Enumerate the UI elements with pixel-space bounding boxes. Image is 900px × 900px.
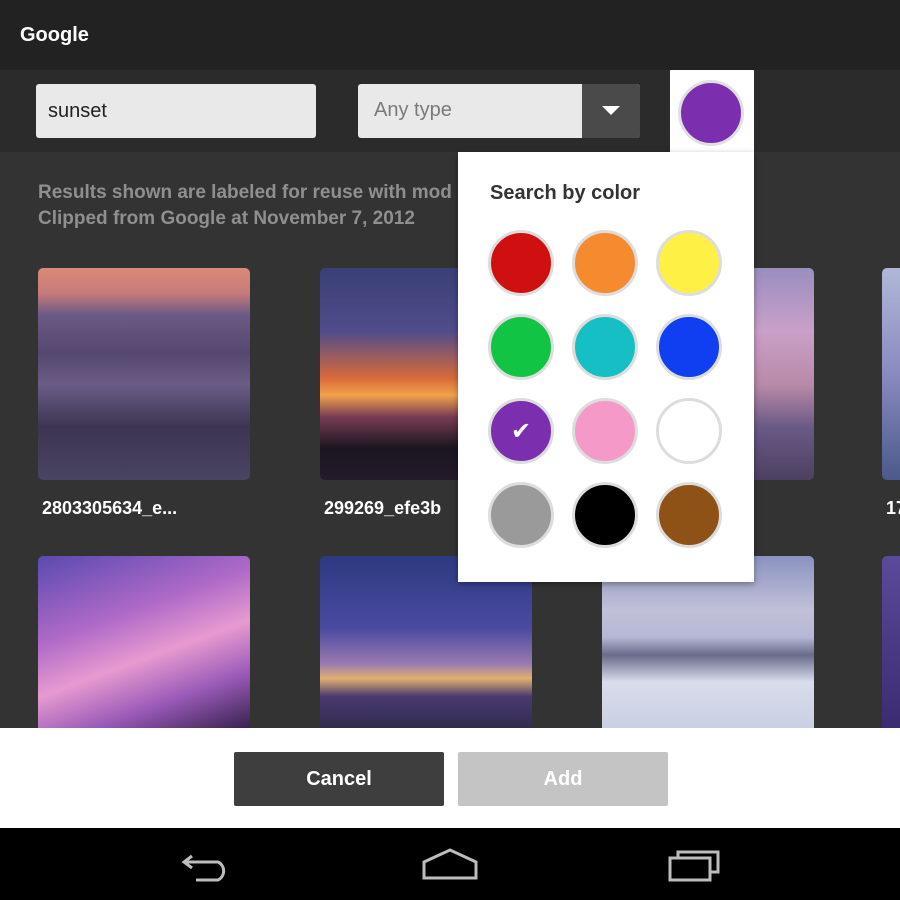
swatch-teal[interactable] <box>572 314 638 380</box>
swatch-green[interactable] <box>488 314 554 380</box>
search-input[interactable] <box>36 84 316 138</box>
color-filter-tab <box>670 70 754 160</box>
chevron-down-icon <box>602 106 620 115</box>
color-filter-button[interactable] <box>678 80 744 146</box>
result-caption: 2803305634_e... <box>42 498 178 518</box>
swatch-brown[interactable] <box>656 482 722 548</box>
type-dropdown[interactable]: Any type <box>358 84 640 138</box>
home-icon[interactable] <box>420 846 480 882</box>
color-picker-popup: Search by color ✔ <box>458 152 754 582</box>
result-thumbnail[interactable] <box>882 268 900 480</box>
swatch-red[interactable] <box>488 230 554 296</box>
action-bar: Cancel Add <box>0 728 900 828</box>
swatch-pink[interactable] <box>572 398 638 464</box>
popup-title: Search by color <box>490 182 641 204</box>
swatch-white[interactable] <box>656 398 722 464</box>
add-button[interactable]: Add <box>458 752 668 806</box>
result-caption: 17 <box>886 498 900 518</box>
cancel-button[interactable]: Cancel <box>234 752 444 806</box>
clipped-date-line: Clipped from Google at November 7, 2012 <box>38 208 415 229</box>
recents-icon[interactable] <box>666 846 726 882</box>
result-thumbnail[interactable] <box>38 556 250 728</box>
swatch-blue[interactable] <box>656 314 722 380</box>
reuse-notice-line: Results shown are labeled for reuse with… <box>38 182 452 203</box>
checkmark-icon: ✔ <box>510 417 532 445</box>
reuse-notice: Results shown are labeled for reuse with… <box>38 180 452 232</box>
app-title: Google <box>20 24 89 46</box>
system-nav-bar <box>0 828 900 900</box>
dropdown-button[interactable] <box>582 84 640 138</box>
result-thumbnail[interactable] <box>882 556 900 728</box>
back-icon[interactable] <box>178 846 238 882</box>
type-dropdown-label: Any type <box>374 99 452 121</box>
search-toolbar: Any type C <box>0 70 900 200</box>
swatch-gray[interactable] <box>488 482 554 548</box>
swatch-orange[interactable] <box>572 230 638 296</box>
swatch-purple[interactable]: ✔ <box>488 398 554 464</box>
swatch-black[interactable] <box>572 482 638 548</box>
result-thumbnail[interactable] <box>38 268 250 480</box>
title-bar: Google <box>0 0 900 70</box>
swatch-yellow[interactable] <box>656 230 722 296</box>
results-area: Results shown are labeled for reuse with… <box>0 152 900 728</box>
result-caption: 299269_efe3b <box>324 498 442 518</box>
